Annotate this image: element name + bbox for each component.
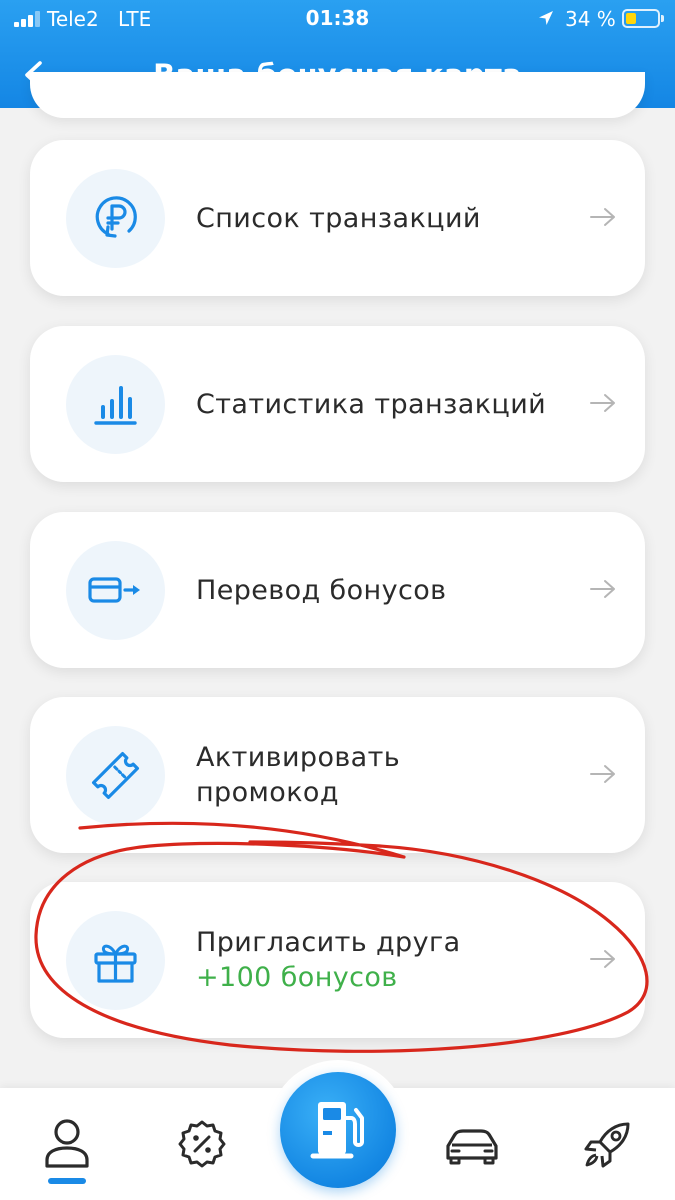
icon-circle — [66, 911, 165, 1010]
menu-item-invite-friend[interactable]: Пригласить друга +100 бонусов — [30, 882, 645, 1038]
bar-chart-icon — [94, 386, 137, 425]
location-arrow-icon — [539, 11, 553, 25]
menu-item-title: Перевод бонусов — [196, 574, 447, 606]
arrow-right-icon — [590, 580, 615, 598]
menu-item-title-line2: промокод — [196, 777, 339, 808]
arrow-right-icon — [590, 765, 615, 783]
icon-circle — [66, 355, 165, 454]
car-icon — [446, 1129, 498, 1165]
tab-discounts[interactable] — [172, 1114, 232, 1174]
profile-icon — [45, 1119, 89, 1168]
icon-circle — [66, 169, 165, 268]
ruble-cycle-icon — [95, 196, 137, 238]
fuel-pump-button[interactable] — [280, 1072, 396, 1188]
fuel-pump-icon — [310, 1102, 364, 1159]
battery-icon — [622, 9, 664, 28]
tab-profile[interactable] — [37, 1114, 97, 1174]
discount-badge-icon — [178, 1120, 226, 1168]
menu-item-label: Пригласить друга +100 бонусов — [196, 882, 461, 1038]
card-transfer-icon — [88, 577, 140, 603]
icon-circle — [66, 541, 165, 640]
menu-item-label: Перевод бонусов — [196, 512, 446, 668]
tab-cars[interactable] — [442, 1114, 502, 1174]
battery-percent: 34 % — [565, 7, 616, 31]
status-bar: Tele2 LTE 01:38 34 % — [0, 0, 675, 38]
arrow-right-icon — [590, 950, 615, 968]
menu-item-activate-promocode[interactable]: Активировать промокод — [30, 697, 645, 853]
tab-rocket[interactable] — [578, 1114, 638, 1174]
gift-icon — [94, 944, 137, 983]
icon-circle — [66, 726, 165, 825]
menu-item-title: Пригласить друга — [196, 927, 461, 958]
menu-item-transaction-stats[interactable]: Статистика транзакций — [30, 326, 645, 482]
active-tab-indicator — [48, 1178, 86, 1184]
previous-card-edge — [30, 72, 645, 118]
rocket-icon — [584, 1122, 630, 1168]
menu-item-title: Статистика транзакций — [196, 388, 547, 420]
arrow-right-icon — [590, 394, 615, 412]
menu-item-transaction-list[interactable]: Список транзакций — [30, 140, 645, 296]
arrow-right-icon — [590, 208, 615, 226]
menu-item-label: Статистика транзакций — [196, 326, 546, 482]
menu-item-label: Активировать промокод — [196, 697, 400, 853]
menu-item-title-line1: Активировать — [196, 742, 401, 773]
menu-item-title: Список транзакций — [196, 202, 481, 234]
menu-item-bonus-transfer[interactable]: Перевод бонусов — [30, 512, 645, 668]
menu-item-label: Список транзакций — [196, 140, 481, 296]
bonus-reward-label: +100 бонусов — [196, 962, 398, 993]
ticket-icon — [91, 751, 140, 800]
